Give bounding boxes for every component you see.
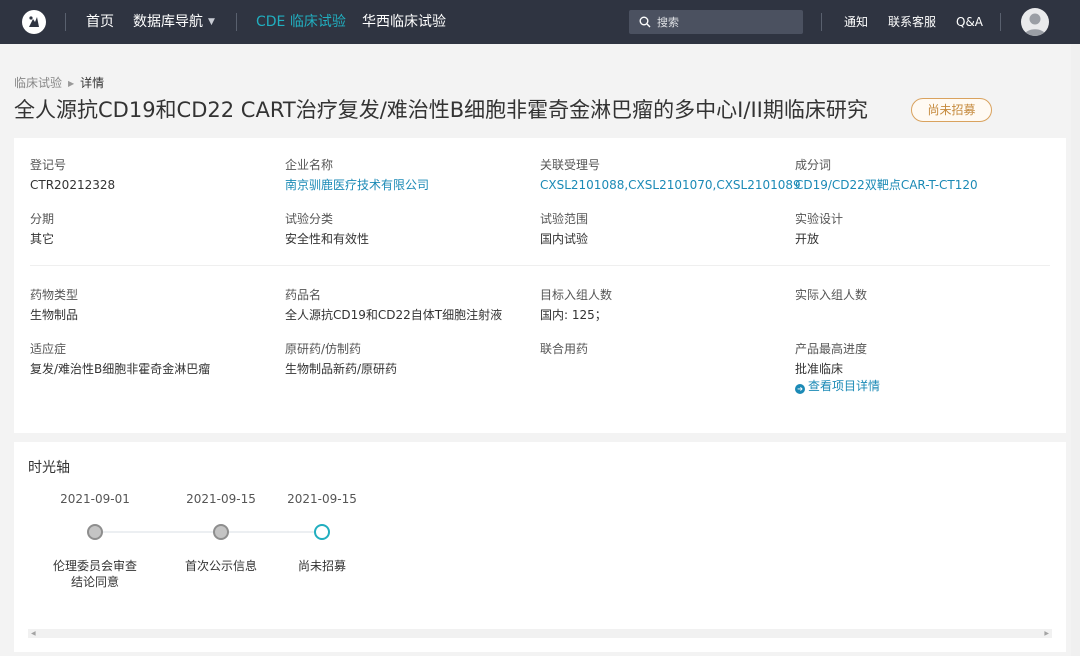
field-value: 批准临床 bbox=[795, 362, 844, 376]
timeline-track bbox=[95, 531, 322, 533]
nav-huaxi-trials[interactable]: 华西临床试验 bbox=[362, 13, 446, 31]
trial-info-card: 登记号 CTR20212328 企业名称 南京驯鹿医疗技术有限公司 关联受理号 … bbox=[14, 138, 1066, 433]
scroll-right-icon[interactable]: ▶ bbox=[1044, 629, 1049, 638]
field-label: 登记号 bbox=[30, 158, 67, 172]
field-registration-no: 登记号 CTR20212328 bbox=[30, 158, 280, 192]
field-label: 药品名 bbox=[285, 288, 322, 302]
notify-link[interactable]: 通知 bbox=[844, 15, 868, 29]
field-ingredient: 成分词 CD19/CD22双靶点CAR-T-CT120 bbox=[795, 158, 1045, 192]
field-drug-name: 药品名 全人源抗CD19和CD22自体T细胞注射液 bbox=[285, 288, 535, 322]
field-label: 适应症 bbox=[30, 342, 67, 356]
field-label: 药物类型 bbox=[30, 288, 79, 302]
breadcrumb-parent[interactable]: 临床试验 bbox=[14, 76, 62, 90]
nav-separator bbox=[236, 13, 237, 31]
field-label: 关联受理号 bbox=[540, 158, 601, 172]
field-label: 目标入组人数 bbox=[540, 288, 613, 302]
field-value: 生物制品新药/原研药 bbox=[285, 362, 398, 376]
search-box[interactable] bbox=[629, 10, 803, 34]
field-label: 试验分类 bbox=[285, 212, 334, 226]
field-label: 原研药/仿制药 bbox=[285, 342, 362, 356]
field-label: 分期 bbox=[30, 212, 55, 226]
qa-link[interactable]: Q&A bbox=[956, 15, 983, 29]
field-label: 联合用药 bbox=[540, 342, 589, 356]
timeline-date: 2021-09-15 bbox=[287, 492, 357, 506]
field-drug-type: 药物类型 生物制品 bbox=[30, 288, 280, 322]
search-icon bbox=[639, 16, 651, 28]
field-value: 国内试验 bbox=[540, 232, 589, 246]
nav-database-dropdown[interactable]: 数据库导航 ▼ bbox=[133, 13, 215, 31]
field-value: 安全性和有效性 bbox=[285, 232, 370, 246]
view-project-detail-link[interactable]: ➜ 查看项目详情 bbox=[795, 379, 1045, 394]
timeline-date: 2021-09-01 bbox=[60, 492, 130, 506]
nav-separator bbox=[821, 13, 822, 31]
top-nav-bar: 首页 数据库导航 ▼ CDE 临床试验 华西临床试验 通知 联系客服 Q&A bbox=[0, 0, 1080, 44]
nav-separator bbox=[1000, 13, 1001, 31]
field-value: 国内: 125； bbox=[540, 308, 607, 322]
field-trial-scope: 试验范围 国内试验 bbox=[540, 212, 790, 246]
field-combination-drug: 联合用药 bbox=[540, 342, 790, 362]
timeline-node bbox=[87, 524, 103, 540]
timeline-label: 首次公示信息 bbox=[184, 559, 257, 573]
field-indication: 适应症 复发/难治性B细胞非霍奇金淋巴瘤 bbox=[30, 342, 280, 376]
field-company: 企业名称 南京驯鹿医疗技术有限公司 bbox=[285, 158, 535, 192]
field-target-enrollment: 目标入组人数 国内: 125； bbox=[540, 288, 790, 322]
timeline-label: 伦理委员会审查结论同意 bbox=[52, 559, 137, 589]
vertical-scrollbar[interactable] bbox=[1071, 44, 1080, 656]
field-label: 产品最高进度 bbox=[795, 342, 868, 356]
nav-separator bbox=[65, 13, 66, 31]
field-acceptance-no: 关联受理号 CXSL2101088,CXSL2101070,CXSL210108… bbox=[540, 158, 801, 192]
search-input[interactable] bbox=[657, 13, 797, 31]
acceptance-no-link[interactable]: CXSL2101088,CXSL2101070,CXSL2101089 bbox=[540, 178, 801, 192]
page-title: 全人源抗CD19和CD22 CART治疗复发/难治性B细胞非霍奇金淋巴瘤的多中心… bbox=[14, 98, 868, 122]
status-badge: 尚未招募 bbox=[911, 98, 992, 122]
field-original-generic: 原研药/仿制药 生物制品新药/原研药 bbox=[285, 342, 535, 376]
field-phase: 分期 其它 bbox=[30, 212, 280, 246]
field-highest-progress: 产品最高进度 批准临床 ➜ 查看项目详情 bbox=[795, 342, 1045, 394]
deer-logo-icon[interactable] bbox=[22, 10, 46, 34]
field-value: 开放 bbox=[795, 232, 820, 246]
field-label: 成分词 bbox=[795, 158, 832, 172]
field-value: 其它 bbox=[30, 232, 55, 246]
nav-database-label: 数据库导航 bbox=[133, 14, 203, 30]
chevron-down-icon: ▼ bbox=[208, 17, 215, 27]
timeline-title: 时光轴 bbox=[28, 460, 70, 476]
timeline-date: 2021-09-15 bbox=[186, 492, 256, 506]
timeline-node-current bbox=[314, 524, 330, 540]
breadcrumb: 临床试验 ▶ 详情 bbox=[14, 74, 104, 91]
company-link[interactable]: 南京驯鹿医疗技术有限公司 bbox=[285, 178, 535, 192]
field-value: 复发/难治性B细胞非霍奇金淋巴瘤 bbox=[30, 362, 211, 376]
nav-home[interactable]: 首页 bbox=[86, 13, 114, 31]
field-value: 全人源抗CD19和CD22自体T细胞注射液 bbox=[285, 308, 503, 322]
field-trial-category: 试验分类 安全性和有效性 bbox=[285, 212, 535, 246]
field-label: 实际入组人数 bbox=[795, 288, 868, 302]
timeline-card: 时光轴 2021-09-01 伦理委员会审查结论同意 2021-09-15 首次… bbox=[14, 442, 1066, 652]
scroll-left-icon[interactable]: ◀ bbox=[31, 629, 36, 638]
nav-cde-trials[interactable]: CDE 临床试验 bbox=[256, 13, 346, 31]
section-divider bbox=[30, 265, 1050, 266]
field-design: 实验设计 开放 bbox=[795, 212, 1045, 246]
field-label: 企业名称 bbox=[285, 158, 334, 172]
field-value: CTR20212328 bbox=[30, 178, 116, 192]
horizontal-scrollbar[interactable]: ◀ ▶ bbox=[28, 629, 1052, 638]
caret-right-icon: ▶ bbox=[68, 79, 75, 88]
contact-support-link[interactable]: 联系客服 bbox=[888, 15, 936, 29]
timeline-label: 尚未招募 bbox=[297, 559, 346, 573]
field-label: 实验设计 bbox=[795, 212, 844, 226]
ingredient-link[interactable]: CD19/CD22双靶点CAR-T-CT120 bbox=[795, 178, 1045, 192]
detail-link-label: 查看项目详情 bbox=[808, 379, 881, 393]
timeline-node bbox=[213, 524, 229, 540]
breadcrumb-current: 详情 bbox=[80, 76, 105, 90]
field-actual-enrollment: 实际入组人数 bbox=[795, 288, 1045, 308]
user-avatar-icon[interactable] bbox=[1021, 8, 1049, 36]
field-value: 生物制品 bbox=[30, 308, 79, 322]
arrow-circle-icon: ➜ bbox=[795, 384, 805, 394]
field-label: 试验范围 bbox=[540, 212, 589, 226]
